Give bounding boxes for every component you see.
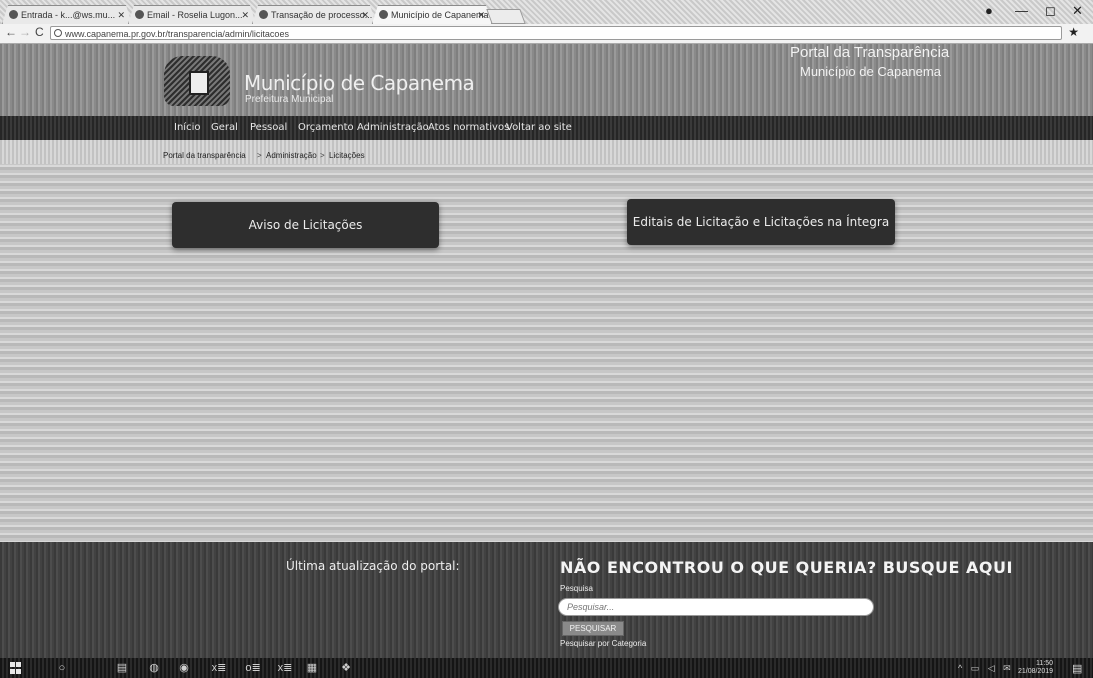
maximize-button[interactable]: ◻ [1045,3,1056,19]
card-label: Aviso de Licitações [248,218,363,232]
browser-tab[interactable]: Transação de processo... ✕ [252,5,376,24]
breadcrumb-separator: > [320,151,325,160]
tab-title: Transação de processo... [271,10,373,20]
nav-item-orcamento[interactable]: Orçamento [298,122,354,133]
browser-tab[interactable]: Entrada - k...@ws.mu... ✕ [2,5,132,24]
file-explorer-icon[interactable]: ▤ [116,662,128,674]
close-icon[interactable]: ✕ [361,6,369,24]
minimize-button[interactable]: — [1015,3,1028,18]
excel-icon[interactable]: x≣ [210,662,228,674]
browser-tab[interactable]: Email - Roselia Lugon... ✕ [128,5,256,24]
outlook-icon[interactable]: o≣ [244,662,262,674]
tab-title: Email - Roselia Lugon... [147,10,243,20]
site-footer: Última atualização do portal: NÃO ENCONT… [0,542,1093,658]
site-subtitle: Prefeitura Municipal [245,94,334,105]
new-tab-button[interactable] [486,9,526,24]
close-icon[interactable]: ✕ [477,6,485,24]
close-icon[interactable]: ✕ [241,6,249,24]
account-icon[interactable]: ● [985,3,993,18]
main-nav: Início Geral Pessoal Orçamento Administr… [0,116,1093,140]
document-icon [259,10,268,19]
tab-title: Entrada - k...@ws.mu... [21,10,116,20]
windows-start-icon[interactable] [10,662,22,674]
portal-municipio: Município de Capanema [800,64,941,79]
municipal-crest-logo[interactable] [164,56,230,106]
app-icon[interactable]: ▦ [306,662,318,674]
system-tray-icons[interactable]: ^ ▭ ◁ ✉ [958,663,1014,674]
forward-button[interactable]: → [19,25,31,39]
back-button[interactable]: ← [5,25,17,39]
browser-icon[interactable]: ◉ [178,662,190,674]
search-label: Pesquisa [560,584,593,593]
bookmark-star-icon[interactable]: ★ [1068,25,1079,39]
site-title[interactable]: Município de Capanema [244,71,475,95]
portal-title: Portal da Transparência [790,44,950,61]
card-label: Editais de Licitação e Licitações na Ínt… [632,215,890,229]
nav-item-pessoal[interactable]: Pessoal [250,122,287,133]
close-icon[interactable]: ✕ [117,6,125,24]
breadcrumb: Portal da transparência > Administração … [0,140,1093,164]
aviso-licitacoes-button[interactable]: Aviso de Licitações [172,202,439,248]
breadcrumb-item[interactable]: Administração [266,151,317,160]
close-window-button[interactable]: ✕ [1072,3,1083,19]
search-by-category-link[interactable]: Pesquisar por Categoria [560,639,646,648]
info-icon[interactable] [54,29,62,37]
nav-item-inicio[interactable]: Início [174,122,200,133]
nav-item-administracao[interactable]: Administração [357,122,429,133]
editais-licitacao-button[interactable]: Editais de Licitação e Licitações na Ínt… [627,199,895,245]
address-bar[interactable]: www.capanema.pr.gov.br/transparencia/adm… [50,26,1062,40]
last-update-label: Última atualização do portal: [286,559,460,573]
reload-button[interactable]: C [35,25,44,39]
clock[interactable]: 11:50 21/08/2019 [1018,660,1053,676]
mail-icon [9,10,18,19]
chrome-icon[interactable]: ◍ [148,662,160,674]
search-input[interactable] [558,598,874,616]
browser-tab-strip: Entrada - k...@ws.mu... ✕ Email - Roseli… [0,0,1093,24]
nav-item-atos-normativos[interactable]: Atos normativos [428,122,509,133]
app-icon[interactable]: ❖ [340,662,352,674]
search-icon[interactable]: ○ [56,662,68,674]
breadcrumb-item[interactable]: Portal da transparência [163,151,246,160]
url-text: www.capanema.pr.gov.br/transparencia/adm… [65,29,289,39]
nav-item-geral[interactable]: Geral [211,122,238,133]
site-icon [379,10,388,19]
clock-date: 21/08/2019 [1018,668,1054,675]
tab-title: Município de Capanema [391,10,489,20]
notification-icon[interactable]: ▤ [1072,662,1082,675]
browser-toolbar: ← → C www.capanema.pr.gov.br/transparenc… [0,24,1093,44]
browser-tab-active[interactable]: Município de Capanema ✕ [372,5,492,24]
nav-item-voltar-ao-site[interactable]: Voltar ao site [506,122,572,133]
clock-time: 11:50 [1036,660,1054,667]
mail-icon [135,10,144,19]
web-page: Município de Capanema Prefeitura Municip… [0,44,1093,658]
site-header: Município de Capanema Prefeitura Municip… [0,44,1093,116]
excel-icon[interactable]: x≣ [276,662,294,674]
os-taskbar: ○ ▤ ◍ ◉ x≣ o≣ x≣ ▦ ❖ ^ ▭ ◁ ✉ 11:50 21/08… [0,658,1093,678]
breadcrumb-item-current: Licitações [329,151,365,160]
search-heading: NÃO ENCONTROU O QUE QUERIA? BUSQUE AQUI [560,558,1013,577]
search-button[interactable]: PESQUISAR [562,621,624,636]
breadcrumb-separator: > [257,151,262,160]
